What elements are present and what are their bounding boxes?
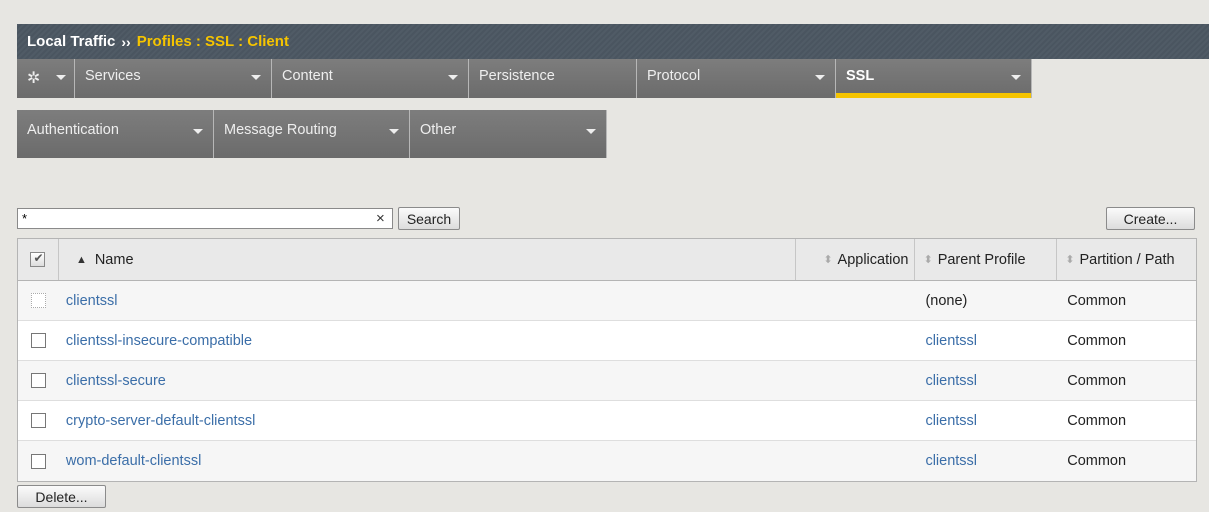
gear-menu[interactable]: ✲ — [17, 59, 75, 98]
menu-item-services[interactable]: Services — [75, 59, 272, 98]
menu-item-label: Protocol — [647, 68, 701, 84]
create-button[interactable]: Create... — [1106, 207, 1195, 230]
partition-cell: Common — [1067, 332, 1127, 349]
column-label: Name — [94, 251, 134, 268]
table-row: clientssl (none) Common — [18, 281, 1196, 321]
menu-row-2: Authentication Message Routing Other — [17, 110, 607, 158]
name-cell: crypto-server-default-clientssl — [59, 401, 796, 440]
profile-name-link[interactable]: wom-default-clientssl — [66, 453, 201, 469]
parent-profile-cell: clientssl — [915, 401, 1057, 440]
application-cell — [796, 441, 916, 481]
application-cell — [796, 361, 916, 400]
menu-item-label: Message Routing — [224, 122, 337, 138]
sort-ascending-icon: ▲ — [75, 253, 87, 266]
search-input[interactable] — [17, 208, 393, 229]
row-checkbox-cell — [18, 361, 59, 400]
name-cell: clientssl-insecure-compatible — [59, 321, 796, 360]
profile-name-link[interactable]: clientssl-insecure-compatible — [66, 333, 252, 349]
select-all-checkbox[interactable] — [30, 251, 46, 267]
menu-item-content[interactable]: Content — [272, 59, 469, 98]
table-row: crypto-server-default-clientssl clientss… — [18, 401, 1196, 441]
gear-icon: ✲ — [27, 70, 41, 87]
delete-button[interactable]: Delete... — [17, 485, 106, 508]
partition-cell: Common — [1067, 453, 1127, 469]
column-header-parent-profile[interactable]: ⬍ Parent Profile — [915, 239, 1058, 280]
table-row: wom-default-clientssl clientssl Common — [18, 441, 1196, 481]
menu-item-label: Other — [420, 122, 457, 138]
row-checkbox-cell — [18, 441, 59, 481]
column-label: Parent Profile — [937, 251, 1026, 268]
partition-cell: Common — [1067, 292, 1127, 309]
parent-profile-link[interactable]: clientssl — [925, 373, 977, 389]
column-label: Partition / Path — [1079, 251, 1175, 268]
profile-name-link[interactable]: clientssl-secure — [66, 373, 166, 389]
menu-item-label: Persistence — [479, 68, 555, 84]
row-checkbox[interactable] — [30, 453, 46, 469]
chevron-down-icon — [448, 75, 458, 80]
profile-name-link[interactable]: clientssl — [66, 293, 118, 309]
breadcrumb-root[interactable]: Local Traffic — [27, 33, 115, 50]
row-checkbox-cell — [18, 321, 59, 360]
menu-item-message-routing[interactable]: Message Routing — [214, 110, 410, 158]
breadcrumb: Local Traffic ›› Profiles : SSL : Client — [17, 24, 1209, 59]
parent-profile-link[interactable]: clientssl — [925, 413, 977, 429]
table-row: clientssl-insecure-compatible clientssl … — [18, 321, 1196, 361]
parent-profile-link[interactable]: clientssl — [925, 453, 977, 469]
chevron-down-icon — [56, 75, 66, 80]
menu-item-persistence[interactable]: Persistence — [469, 59, 637, 98]
partition-cell: Common — [1067, 412, 1127, 429]
parent-profile-cell: clientssl — [915, 321, 1057, 360]
breadcrumb-current: Profiles : SSL : Client — [136, 33, 289, 50]
chevron-down-icon — [251, 75, 261, 80]
sort-icon: ⬍ — [1065, 254, 1075, 266]
chevron-down-icon — [1011, 75, 1021, 80]
chevron-down-icon — [193, 129, 203, 134]
chevron-down-icon — [586, 129, 596, 134]
column-header-name[interactable]: ▲ Name — [59, 239, 796, 280]
row-checkbox — [30, 293, 46, 308]
profiles-table: ▲ Name ⬍ Application ⬍ Parent Profile ⬍ … — [17, 238, 1197, 482]
application-cell — [796, 281, 916, 320]
parent-profile-cell: (none) — [925, 292, 968, 309]
menu-item-other[interactable]: Other — [410, 110, 607, 158]
row-checkbox-cell — [18, 281, 59, 320]
table-body: clientssl (none) Common clientssl-insecu… — [18, 281, 1196, 481]
column-header-application[interactable]: ⬍ Application — [796, 239, 916, 280]
menu-item-label: Content — [282, 68, 333, 84]
sort-icon: ⬍ — [823, 254, 833, 266]
menu-item-protocol[interactable]: Protocol — [637, 59, 836, 98]
sort-icon: ⬍ — [923, 254, 933, 266]
menu-item-label: Services — [85, 68, 141, 84]
chevron-down-icon — [389, 129, 399, 134]
row-checkbox[interactable] — [30, 413, 46, 428]
row-checkbox[interactable] — [30, 373, 46, 388]
menu-item-ssl[interactable]: SSL — [836, 59, 1032, 98]
menu-item-authentication[interactable]: Authentication — [17, 110, 214, 158]
parent-profile-link[interactable]: clientssl — [925, 333, 977, 349]
partition-cell: Common — [1067, 372, 1127, 389]
column-label: Application — [837, 251, 909, 268]
application-cell — [796, 401, 916, 440]
column-header-partition-path[interactable]: ⬍ Partition / Path — [1057, 239, 1196, 280]
name-cell: clientssl — [59, 281, 796, 320]
profile-name-link[interactable]: crypto-server-default-clientssl — [66, 413, 255, 429]
table-header: ▲ Name ⬍ Application ⬍ Parent Profile ⬍ … — [18, 239, 1196, 281]
breadcrumb-separator: ›› — [121, 33, 131, 50]
row-checkbox-cell — [18, 401, 59, 440]
select-all-checkbox-cell — [18, 239, 59, 280]
name-cell: clientssl-secure — [59, 361, 796, 400]
chevron-down-icon — [815, 75, 825, 80]
search-button[interactable]: Search — [398, 207, 460, 230]
clear-search-icon[interactable]: × — [376, 210, 385, 227]
menu-item-label: Authentication — [27, 122, 119, 138]
parent-profile-cell: clientssl — [915, 441, 1057, 481]
parent-profile-cell: clientssl — [915, 361, 1057, 400]
row-checkbox[interactable] — [30, 333, 46, 348]
application-cell — [796, 321, 916, 360]
name-cell: wom-default-clientssl — [59, 441, 796, 481]
menu-row-1: ✲ Services Content Persistence Protocol … — [17, 59, 1032, 98]
table-row: clientssl-secure clientssl Common — [18, 361, 1196, 401]
menu-item-label: SSL — [846, 68, 875, 84]
